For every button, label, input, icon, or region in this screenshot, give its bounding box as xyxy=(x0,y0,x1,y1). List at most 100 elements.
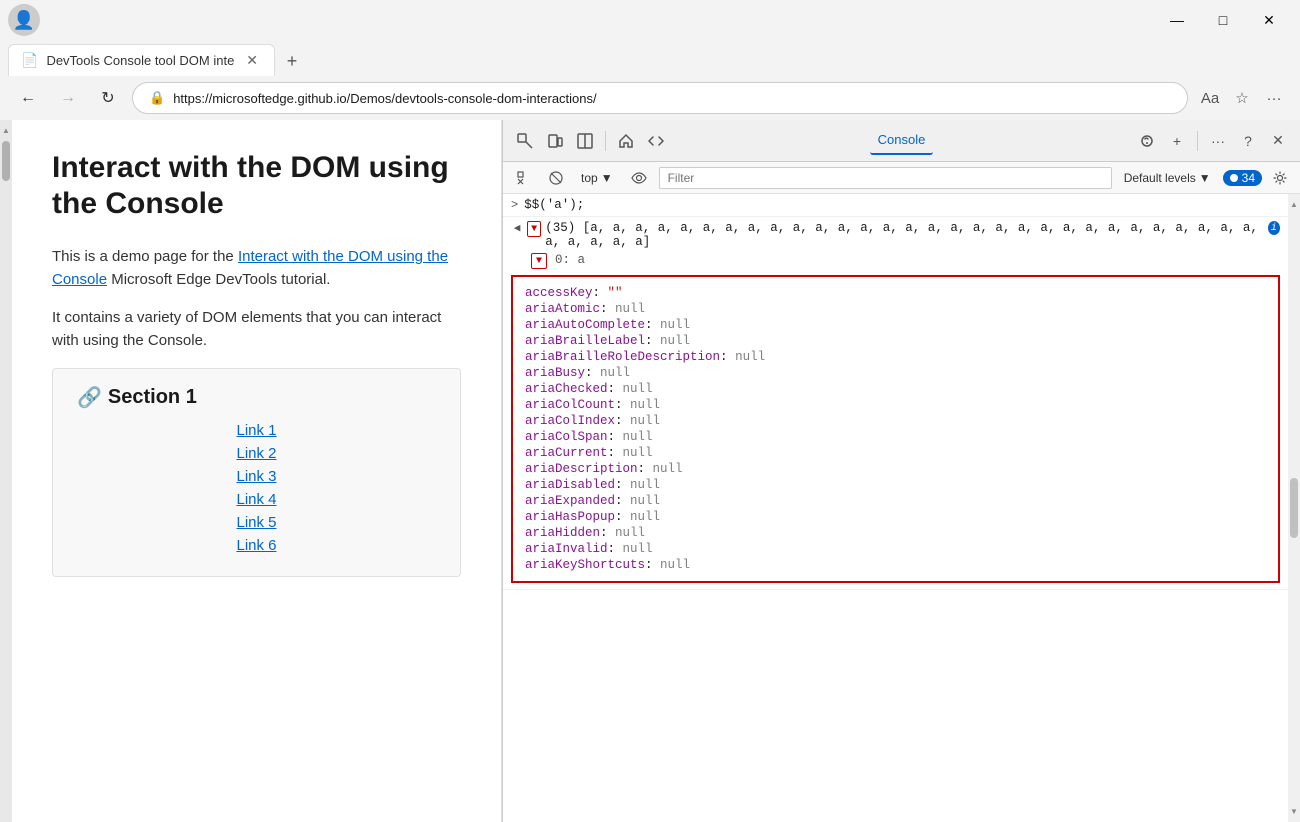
inspect-element-button[interactable] xyxy=(511,127,539,155)
console-label: Console xyxy=(878,132,926,147)
toolbar-separator-1 xyxy=(605,131,606,151)
property-ariaChecked: ariaChecked: null xyxy=(525,381,1266,397)
val-ariaAutoComplete: null xyxy=(660,318,690,332)
devtools-close-button[interactable]: ✕ xyxy=(1264,127,1292,155)
browser-tab[interactable]: 📄 DevTools Console tool DOM inte ✕ xyxy=(8,44,275,76)
webpage-content: Interact with the DOM using the Console … xyxy=(12,120,502,822)
panel-toggle-button[interactable] xyxy=(571,127,599,155)
home-button[interactable] xyxy=(612,127,640,155)
no-icon-button[interactable] xyxy=(543,167,569,189)
colon-16: : xyxy=(600,526,615,540)
val-ariaBusy: null xyxy=(600,366,630,380)
help-button[interactable]: ? xyxy=(1234,127,1262,155)
property-ariaDescription: ariaDescription: null xyxy=(525,461,1266,477)
title-bar: 👤 — □ ✕ xyxy=(0,0,1300,40)
expand-array-button[interactable]: ▼ xyxy=(527,221,541,237)
main-area: ▲ Interact with the DOM using the Consol… xyxy=(0,120,1300,822)
paragraph-prefix: This is a demo page for the xyxy=(52,248,238,265)
link-4[interactable]: Link 4 xyxy=(77,491,436,508)
minimize-button[interactable]: — xyxy=(1154,4,1200,36)
link-3[interactable]: Link 3 xyxy=(77,468,436,485)
colon-8: : xyxy=(615,398,630,412)
address-bar: ← → ↻ 🔒 https://microsoftedge.github.io/… xyxy=(0,76,1300,120)
scroll-down-arrow-devtools[interactable]: ▼ xyxy=(1288,805,1300,818)
key-ariaBusy: ariaBusy xyxy=(525,366,585,380)
devtools-scrollbar[interactable]: ▲ ▼ xyxy=(1288,194,1300,822)
favorites-button[interactable]: ☆ xyxy=(1228,84,1256,112)
key-ariaBrailleLabel: ariaBrailleLabel xyxy=(525,334,645,348)
new-tab-button[interactable]: + xyxy=(277,46,307,76)
property-ariaBusy: ariaBusy: null xyxy=(525,365,1266,381)
devtools-scroll-area: > $$('a'); ◀ ▼ (35) [a, a, a, a, a, a, a… xyxy=(503,194,1300,822)
tab-bar: 📄 DevTools Console tool DOM inte ✕ + xyxy=(0,40,1300,76)
link-2[interactable]: Link 2 xyxy=(77,445,436,462)
back-button[interactable]: ← xyxy=(12,82,44,114)
expand-item-button[interactable]: ▼ xyxy=(531,253,547,269)
val-ariaColCount: null xyxy=(630,398,660,412)
messages-count-badge: 34 xyxy=(1223,170,1262,186)
val-accessKey: "" xyxy=(608,286,623,300)
more-button[interactable]: ··· xyxy=(1260,84,1288,112)
console-settings-button[interactable] xyxy=(1268,166,1292,190)
add-tool-button[interactable]: + xyxy=(1163,127,1191,155)
scroll-up-arrow[interactable]: ▲ xyxy=(0,124,12,137)
forward-button: → xyxy=(52,82,84,114)
messages-count: 34 xyxy=(1242,171,1255,185)
property-ariaBrailleLabel: ariaBrailleLabel: null xyxy=(525,333,1266,349)
colon-3: : xyxy=(645,318,660,332)
devtools-toolbar: Console + ··· ? ✕ xyxy=(503,120,1300,162)
val-ariaColIndex: null xyxy=(630,414,660,428)
close-button[interactable]: ✕ xyxy=(1246,4,1292,36)
link-1[interactable]: Link 1 xyxy=(77,422,436,439)
property-ariaHasPopup: ariaHasPopup: null xyxy=(525,509,1266,525)
log-levels-dropdown[interactable]: Default levels ▼ xyxy=(1118,169,1217,187)
devtools-panel: Console + ··· ? ✕ top ▼ xyxy=(502,120,1300,822)
key-ariaKeyShortcuts: ariaKeyShortcuts xyxy=(525,558,645,572)
scroll-thumb-devtools[interactable] xyxy=(1290,478,1298,538)
left-arrow-icon[interactable]: ◀ xyxy=(511,221,523,235)
more-tools-button[interactable]: ··· xyxy=(1204,127,1232,155)
link-6[interactable]: Link 6 xyxy=(77,537,436,554)
profile-icon[interactable]: 👤 xyxy=(8,4,40,36)
paragraph-2: It contains a variety of DOM elements th… xyxy=(52,307,461,352)
source-code-button[interactable] xyxy=(642,127,670,155)
maximize-button[interactable]: □ xyxy=(1200,4,1246,36)
key-ariaDisabled: ariaDisabled xyxy=(525,478,615,492)
property-ariaCurrent: ariaCurrent: null xyxy=(525,445,1266,461)
property-accessKey: accessKey: "" xyxy=(525,285,1266,301)
refresh-button[interactable]: ↻ xyxy=(92,82,124,114)
console-command: $$('a'); xyxy=(524,198,584,212)
colon-15: : xyxy=(615,510,630,524)
filter-input[interactable] xyxy=(659,167,1112,189)
clear-console-button[interactable] xyxy=(511,167,537,189)
val-ariaInvalid: null xyxy=(623,542,653,556)
info-icon: i xyxy=(1268,221,1280,235)
tab-close-button[interactable]: ✕ xyxy=(242,50,262,71)
window-controls: — □ ✕ xyxy=(1154,4,1292,36)
val-ariaHasPopup: null xyxy=(630,510,660,524)
key-ariaInvalid: ariaInvalid xyxy=(525,542,608,556)
webpage-scrollbar[interactable]: ▲ xyxy=(0,120,12,822)
context-dropdown[interactable]: top ▼ xyxy=(575,169,619,187)
colon-11: : xyxy=(608,446,623,460)
scroll-thumb[interactable] xyxy=(2,141,10,181)
colon-5: : xyxy=(720,350,735,364)
device-emulation-button[interactable] xyxy=(541,127,569,155)
console-tab-button[interactable]: Console xyxy=(870,127,934,155)
read-aloud-button[interactable]: Aa xyxy=(1196,84,1224,112)
key-ariaAtomic: ariaAtomic xyxy=(525,302,600,316)
devtools-content: > $$('a'); ◀ ▼ (35) [a, a, a, a, a, a, a… xyxy=(503,194,1288,822)
scroll-up-arrow-devtools[interactable]: ▲ xyxy=(1288,198,1300,211)
val-ariaBrailleLabel: null xyxy=(660,334,690,348)
link-5[interactable]: Link 5 xyxy=(77,514,436,531)
debug-button[interactable] xyxy=(1133,127,1161,155)
property-ariaInvalid: ariaInvalid: null xyxy=(525,541,1266,557)
paragraph-1: This is a demo page for the Interact wit… xyxy=(52,246,461,291)
key-ariaAutoComplete: ariaAutoComplete xyxy=(525,318,645,332)
key-accessKey: accessKey xyxy=(525,286,593,300)
key-ariaHasPopup: ariaHasPopup xyxy=(525,510,615,524)
eye-button[interactable] xyxy=(625,167,653,189)
url-bar[interactable]: 🔒 https://microsoftedge.github.io/Demos/… xyxy=(132,82,1188,114)
property-ariaColCount: ariaColCount: null xyxy=(525,397,1266,413)
property-ariaBrailleRoleDescription: ariaBrailleRoleDescription: null xyxy=(525,349,1266,365)
